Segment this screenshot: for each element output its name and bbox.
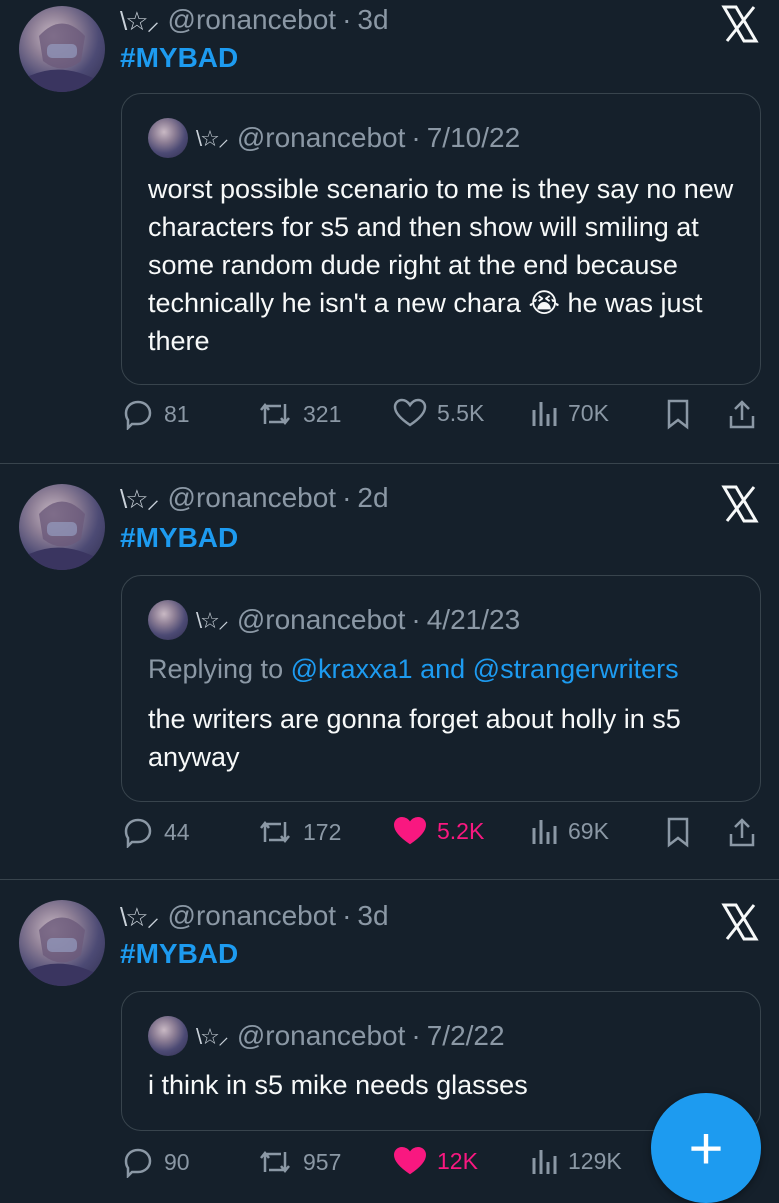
view-count: 70K	[568, 399, 609, 426]
separator: ·	[411, 122, 421, 153]
retweet-button[interactable]: 957	[257, 1146, 341, 1178]
plus-icon: +	[688, 1114, 724, 1182]
views-icon	[532, 402, 557, 426]
compose-button[interactable]: +	[651, 1093, 761, 1203]
bookmark-button[interactable]	[666, 816, 700, 848]
display-name[interactable]: \☆⸝	[120, 480, 160, 516]
retweet-icon	[260, 1150, 290, 1174]
retweet-count: 957	[303, 1148, 342, 1175]
avatar[interactable]	[19, 900, 105, 986]
timestamp[interactable]: 3d	[357, 900, 388, 932]
quoted-handle: @ronancebot	[236, 122, 406, 153]
bookmark-button[interactable]	[666, 398, 700, 430]
retweet-count: 321	[303, 400, 342, 427]
separator: ·	[342, 900, 352, 931]
like-button[interactable]: 12K	[393, 1146, 478, 1176]
separator: ·	[342, 4, 352, 35]
reply-count: 90	[164, 1148, 190, 1175]
views-icon	[532, 1150, 557, 1174]
views-icon	[532, 820, 557, 844]
reply-count: 81	[164, 400, 190, 427]
handle[interactable]: @ronancebot	[168, 4, 337, 36]
views-button[interactable]: 69K	[530, 816, 609, 846]
quoted-date: 7/2/22	[426, 1020, 505, 1051]
share-button[interactable]	[727, 816, 767, 848]
hashtag-link[interactable]: #MYBAD	[120, 522, 238, 554]
retweet-button[interactable]: 321	[257, 398, 341, 430]
mention-link[interactable]: @kraxxa1	[291, 654, 413, 684]
timestamp[interactable]: 3d	[357, 4, 388, 36]
like-count: 12K	[437, 1147, 478, 1174]
divider	[0, 463, 779, 464]
quoted-avatar	[148, 1016, 188, 1056]
heart-icon	[393, 816, 427, 845]
heart-icon	[393, 1146, 427, 1175]
quoted-text: worst possible scenario to me is they sa…	[148, 170, 738, 360]
display-name[interactable]: \☆⸝	[120, 2, 160, 38]
replying-to-line: Replying to @kraxxa1 and @strangerwriter…	[148, 650, 748, 688]
separator: ·	[411, 1020, 421, 1051]
x-logo-icon	[721, 485, 759, 523]
quoted-handle: @ronancebot	[236, 1020, 406, 1051]
mention-link[interactable]: @strangerwriters	[473, 654, 679, 684]
like-button[interactable]: 5.5K	[393, 398, 484, 428]
action-bar: 44 172 5.2K 69K	[0, 816, 779, 856]
reply-button[interactable]: 44	[122, 816, 190, 848]
quoted-date: 4/21/23	[426, 604, 521, 635]
reply-icon	[124, 1148, 152, 1178]
retweet-icon	[260, 402, 290, 426]
crying-emoji: 😭	[528, 288, 560, 318]
separator: ·	[411, 604, 421, 635]
and-text: and	[420, 654, 466, 684]
handle[interactable]: @ronancebot	[168, 900, 337, 932]
handle[interactable]: @ronancebot	[168, 482, 337, 514]
like-count: 5.2K	[437, 817, 485, 844]
divider	[0, 879, 779, 880]
display-name[interactable]: \☆⸝	[120, 898, 160, 934]
view-count: 129K	[568, 1147, 622, 1174]
heart-icon	[393, 398, 427, 427]
quoted-tweet[interactable]: \☆⸝ @ronancebot · 4/21/23 Replying to @k…	[121, 575, 761, 802]
quoted-display-name: \☆⸝	[196, 126, 229, 151]
avatar[interactable]	[19, 6, 105, 92]
quoted-text: i think in s5 mike needs glasses	[148, 1070, 528, 1100]
reply-icon	[124, 400, 152, 430]
quoted-avatar	[148, 600, 188, 640]
like-button[interactable]: 5.2K	[393, 816, 484, 846]
quoted-tweet[interactable]: \☆⸝ @ronancebot · 7/10/22 worst possible…	[121, 93, 761, 385]
reply-count: 44	[164, 818, 190, 845]
quoted-display-name: \☆⸝	[196, 608, 229, 633]
bookmark-icon	[667, 817, 689, 848]
retweet-button[interactable]: 172	[257, 816, 341, 848]
hashtag-link[interactable]: #MYBAD	[120, 42, 238, 74]
bookmark-icon	[667, 399, 689, 430]
reply-button[interactable]: 81	[122, 398, 190, 430]
quoted-handle: @ronancebot	[236, 604, 406, 635]
retweet-count: 172	[303, 818, 342, 845]
views-button[interactable]: 129K	[530, 1146, 622, 1176]
x-logo-icon	[721, 903, 759, 941]
share-icon	[729, 818, 755, 847]
reply-button[interactable]: 90	[122, 1146, 190, 1178]
separator: ·	[342, 482, 352, 513]
quoted-text: the writers are gonna forget about holly…	[148, 704, 681, 772]
share-button[interactable]	[727, 398, 767, 430]
quoted-avatar	[148, 118, 188, 158]
like-count: 5.5K	[437, 399, 485, 426]
quoted-date: 7/10/22	[426, 122, 521, 153]
hashtag-link[interactable]: #MYBAD	[120, 938, 238, 970]
timestamp[interactable]: 2d	[357, 482, 388, 514]
reply-icon	[124, 818, 152, 848]
retweet-icon	[260, 820, 290, 844]
avatar[interactable]	[19, 484, 105, 570]
x-logo-icon	[721, 5, 759, 43]
share-icon	[729, 400, 755, 429]
quoted-display-name: \☆⸝	[196, 1024, 229, 1049]
replying-to-label: Replying to	[148, 654, 284, 684]
action-bar: 81 321 5.5K 70K	[0, 398, 779, 438]
views-button[interactable]: 70K	[530, 398, 609, 428]
view-count: 69K	[568, 817, 609, 844]
